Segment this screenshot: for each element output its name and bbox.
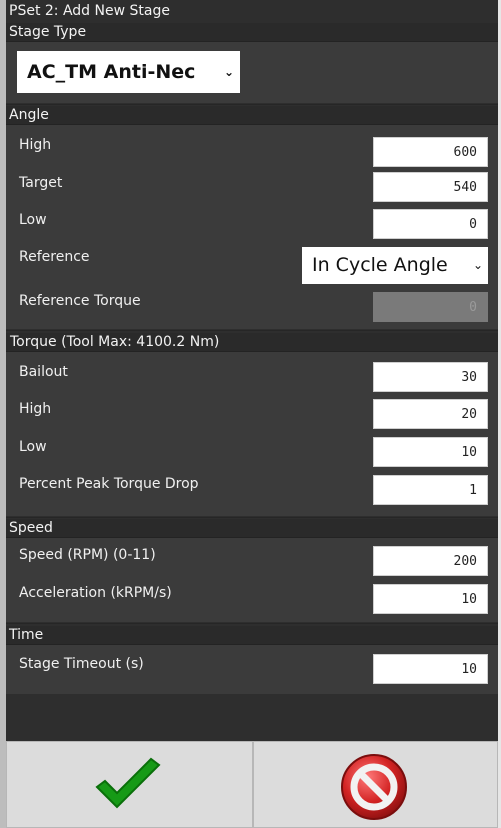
torque-high-label: High (19, 401, 52, 417)
divider (6, 623, 498, 624)
acceleration-label: Acceleration (kRPM/s) (19, 585, 172, 601)
torque-bailout-input[interactable]: 30 (373, 362, 488, 392)
divider (6, 330, 498, 331)
section-header: Stage Type (6, 23, 498, 42)
torque-high-input[interactable]: 20 (373, 399, 488, 429)
acceleration-input[interactable]: 10 (373, 584, 488, 614)
torque-low-input[interactable]: 10 (373, 437, 488, 467)
section-title: Time (9, 627, 44, 643)
peak-torque-drop-label: Percent Peak Torque Drop (19, 476, 199, 492)
angle-high-label: High (19, 137, 52, 153)
angle-target-label: Target (19, 175, 63, 191)
divider (6, 517, 498, 518)
angle-low-input[interactable]: 0 (373, 209, 488, 239)
speed-section: Speed Speed (RPM) (0-11) 200 Acceleratio… (6, 519, 498, 622)
reference-torque-label: Reference Torque (19, 293, 141, 309)
section-header: Time (6, 626, 498, 645)
section-title: Angle (9, 107, 49, 123)
section-title: Speed (9, 520, 53, 536)
action-bar (6, 741, 498, 828)
divider (6, 104, 498, 105)
stage-timeout-input[interactable]: 10 (373, 654, 488, 684)
stage-type-section: Stage Type AC_TM Anti-Nec ⌄ (6, 23, 498, 103)
angle-reference-select[interactable]: In Cycle Angle ⌄ (302, 247, 488, 284)
torque-bailout-label: Bailout (19, 364, 68, 380)
section-header: Angle (6, 106, 498, 125)
angle-section: Angle High 600 Target 540 Low 0 Referenc… (6, 106, 498, 329)
stage-type-selected: AC_TM Anti-Nec (27, 61, 196, 83)
section-header: Speed (6, 519, 498, 538)
reference-torque-input: 0 (373, 292, 488, 322)
angle-reference-label: Reference (19, 249, 90, 265)
chevron-down-icon: ⌄ (472, 258, 483, 272)
angle-target-input[interactable]: 540 (373, 172, 488, 202)
speed-rpm-input[interactable]: 200 (373, 546, 488, 576)
dialog-title: PSet 2: Add New Stage (9, 3, 170, 19)
cancel-icon (341, 754, 407, 820)
checkmark-icon (95, 757, 161, 809)
stage-type-select[interactable]: AC_TM Anti-Nec ⌄ (17, 51, 240, 93)
peak-torque-drop-input[interactable]: 1 (373, 475, 488, 505)
torque-section: Torque (Tool Max: 4100.2 Nm) Bailout 30 … (6, 333, 498, 516)
angle-high-input[interactable]: 600 (373, 137, 488, 167)
torque-low-label: Low (19, 439, 47, 455)
section-title: Stage Type (9, 24, 87, 40)
cancel-button[interactable] (253, 741, 498, 828)
speed-rpm-label: Speed (RPM) (0-11) (19, 547, 156, 563)
angle-low-label: Low (19, 212, 47, 228)
confirm-button[interactable] (6, 741, 253, 828)
time-section: Time Stage Timeout (s) 10 (6, 626, 498, 694)
chevron-down-icon: ⌄ (223, 65, 234, 79)
section-title: Torque (Tool Max: 4100.2 Nm) (10, 334, 220, 350)
stage-timeout-label: Stage Timeout (s) (19, 656, 144, 672)
section-header: Torque (Tool Max: 4100.2 Nm) (6, 333, 498, 352)
angle-reference-selected: In Cycle Angle (312, 254, 448, 276)
